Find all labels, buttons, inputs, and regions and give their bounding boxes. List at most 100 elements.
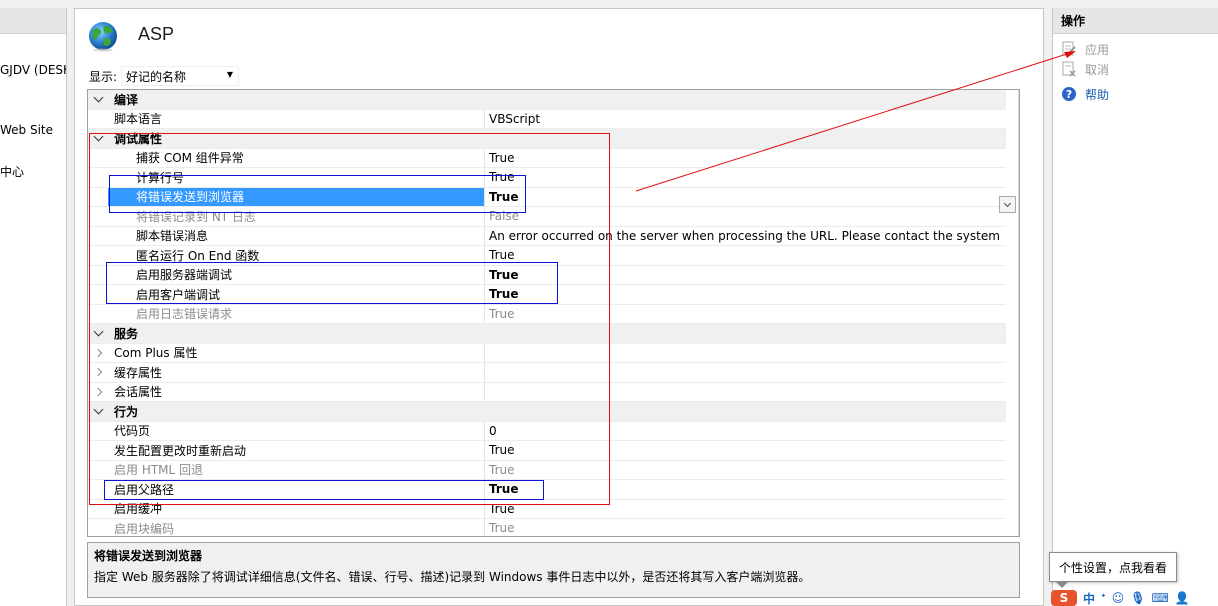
property-value[interactable]: True [485,305,1006,324]
description-text: 指定 Web 服务器除了将调试详细信息(文件名、错误、行号、描述)记录到 Win… [94,570,811,584]
microphone-icon[interactable]: 🎙 [1130,590,1145,606]
scroll-up-arrow[interactable]: ▲ [1019,90,1020,107]
property-value[interactable] [485,344,1006,363]
property-value[interactable]: True [485,266,1006,285]
expand-toggle[interactable] [88,324,108,343]
emoji-icon[interactable]: ☺ [1112,590,1125,606]
property-row[interactable]: 启用日志错误请求 True [88,304,1006,324]
property-row[interactable]: 脚本错误消息 An error occurred on the server wh… [88,226,1006,246]
help-action[interactable]: ? 帮助 [1061,85,1109,103]
property-name: 启用服务器端调试 [108,265,485,284]
property-row[interactable]: 启用 HTML 回退 True [88,460,1006,480]
row-gutter [88,441,108,460]
property-value[interactable]: True [485,149,1006,168]
property-value[interactable]: True [485,519,1006,536]
property-name: 服务 [114,326,139,341]
chevron-down-icon [93,92,103,103]
expand-toggle[interactable] [88,363,108,382]
collapsed-group-row[interactable]: Com Plus 属性 [88,343,1006,363]
collapsed-group-row[interactable]: 缓存属性 [88,363,1006,383]
description-title: 将错误发送到浏览器 [94,549,203,563]
value-dropdown-button[interactable] [999,196,1016,213]
row-gutter [88,305,108,324]
collapsed-group-row[interactable]: 会话属性 [88,382,1006,402]
property-row[interactable]: 启用缓冲 True [88,499,1006,519]
property-name: 启用块编码 [108,519,485,536]
category-row[interactable]: 调试属性 [88,129,1006,149]
property-value[interactable]: True [485,461,1006,480]
property-value[interactable]: True [485,480,1006,499]
property-name: 将错误发送到浏览器 [108,187,485,206]
ime-logo[interactable]: S [1051,590,1077,606]
user-icon[interactable]: 👤 [1175,590,1190,606]
property-name: 编译 [114,92,139,107]
expand-toggle[interactable] [88,402,108,421]
property-name: 脚本错误消息 [108,226,485,245]
cancel-action[interactable]: 取消 [1061,60,1109,78]
property-value[interactable]: True [485,285,1006,304]
actions-header: 操作 [1053,8,1218,34]
expand-toggle[interactable] [88,344,108,363]
chevron-down-icon [1003,199,1012,207]
row-gutter [88,500,108,519]
cancel-icon [1062,61,1076,77]
expand-toggle[interactable] [88,129,108,148]
property-name: 会话属性 [108,382,485,401]
property-row[interactable]: 发生配置更改时重新启动 True [88,441,1006,461]
category-row[interactable]: 行为 [88,402,1006,422]
globe-icon [89,22,117,52]
tree-item-center[interactable]: 中心 [0,163,24,180]
scroll-down-arrow[interactable]: ▼ [1019,519,1020,536]
property-value[interactable] [485,383,1006,402]
property-name: 计算行号 [108,168,485,187]
property-value[interactable]: True [485,168,1006,187]
property-value[interactable]: True [485,500,1006,519]
vertical-scrollbar[interactable]: ▲ ▼ [1018,90,1020,536]
property-row[interactable]: 代码页 0 [88,421,1006,441]
row-gutter [88,110,108,129]
category-row[interactable]: 服务 [88,324,1006,344]
category-row[interactable]: 编译 [88,90,1006,110]
ime-language-toggle[interactable]: 中 [1083,590,1095,606]
property-name: 缓存属性 [108,363,485,382]
display-row: 显示: 好记的名称 ▼ [89,65,240,87]
chevron-right-icon [93,368,103,377]
row-gutter [88,519,108,536]
property-name: 代码页 [108,421,485,440]
property-value[interactable]: False [485,207,1006,226]
ime-toolbar: S 中 ᐩ ☺ 🎙 ⌨ 👤 [1048,590,1218,606]
expand-toggle[interactable] [88,90,108,109]
property-row[interactable]: 将错误发送到浏览器 True [88,187,1006,207]
property-name: 启用父路径 [108,480,485,499]
display-select[interactable]: 好记的名称 ▼ [121,66,240,86]
row-gutter [88,461,108,480]
tree-item-server[interactable]: GJDV (DESK [0,63,66,77]
property-row[interactable]: 匿名运行 On End 函数 True [88,246,1006,266]
row-gutter [88,246,108,265]
property-row[interactable]: 启用父路径 True [88,480,1006,500]
property-row[interactable]: 计算行号 True [88,168,1006,188]
punctuation-icon[interactable]: ᐩ [1101,590,1106,606]
property-value[interactable]: An error occurred on the server when pro… [485,227,1006,246]
property-row[interactable]: 脚本语言 VBScript [88,109,1006,129]
property-value[interactable]: True [485,441,1006,460]
property-row[interactable]: 捕获 COM 组件异常 True [88,148,1006,168]
property-row[interactable]: 启用块编码 True [88,519,1006,536]
expand-toggle[interactable] [88,383,108,402]
actions-panel: 操作 应用 取消 ? 帮助 [1052,8,1218,606]
property-value[interactable]: True [485,188,1006,207]
property-value[interactable]: 0 [485,422,1006,441]
property-value[interactable]: VBScript [485,110,1006,129]
row-gutter [88,285,108,304]
property-row[interactable]: 启用客户端调试 True [88,285,1006,305]
property-value[interactable]: True [485,246,1006,265]
tree-item-web-site[interactable]: Web Site [0,123,53,137]
property-row[interactable]: 启用服务器端调试 True [88,265,1006,285]
connections-header [0,8,66,34]
chevron-down-icon: ▼ [226,70,234,79]
row-gutter [88,207,108,226]
keyboard-icon[interactable]: ⌨ [1152,590,1169,606]
apply-action[interactable]: 应用 [1061,40,1109,58]
property-value[interactable] [485,363,1006,382]
property-row[interactable]: 将错误记录到 NT 日志 False [88,207,1006,227]
